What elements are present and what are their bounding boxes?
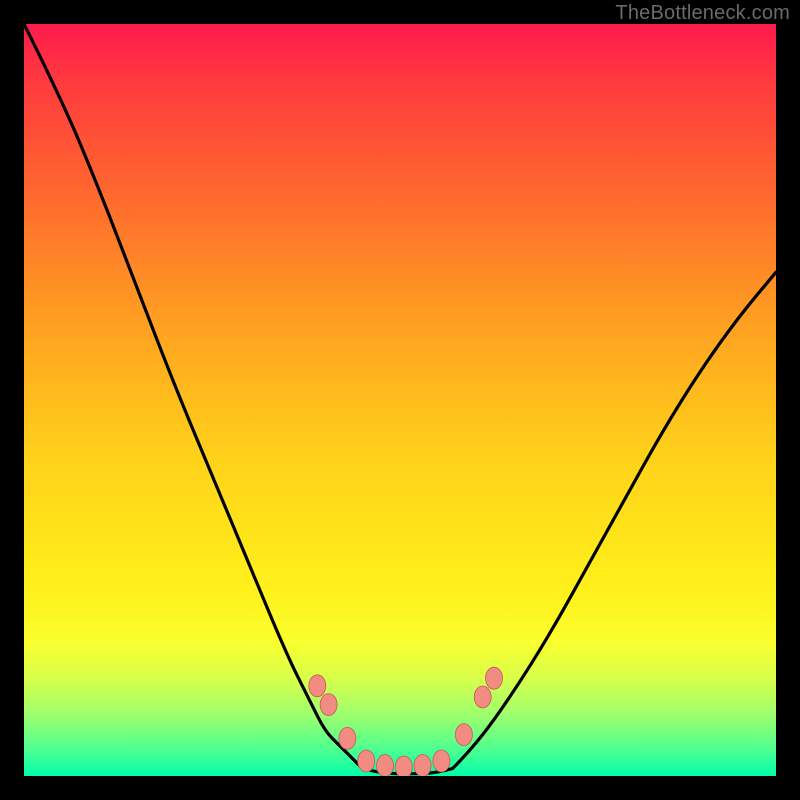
right-lower-bead (455, 724, 472, 746)
left-upper-bead-2 (320, 694, 337, 716)
left-lower-bead (339, 727, 356, 749)
watermark-label: TheBottleneck.com (615, 2, 790, 25)
curve-right-branch (453, 272, 776, 768)
chart-frame: TheBottleneck.com (0, 0, 800, 800)
curve-left-branch (24, 24, 362, 769)
curve-markers (309, 667, 503, 776)
floor-bead-5 (433, 750, 450, 772)
bottleneck-curve (24, 24, 776, 776)
right-upper-bead-2 (486, 667, 503, 689)
right-upper-bead-1 (474, 686, 491, 708)
floor-bead-3 (395, 756, 412, 776)
left-upper-bead-1 (309, 675, 326, 697)
floor-bead-1 (358, 750, 375, 772)
floor-bead-2 (377, 755, 394, 777)
floor-bead-4 (414, 755, 431, 777)
plot-area (24, 24, 776, 776)
